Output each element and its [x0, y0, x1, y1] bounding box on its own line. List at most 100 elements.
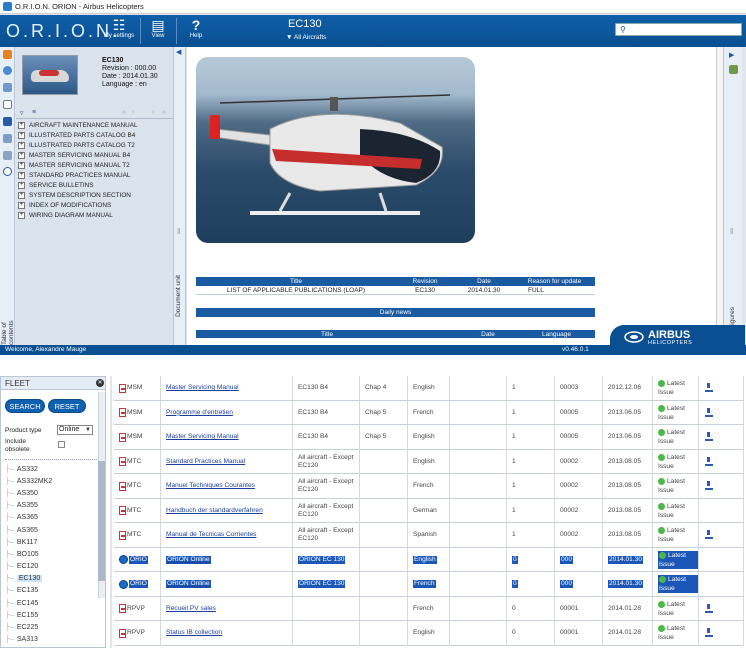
fleet-item[interactable]: ├– AS365: [5, 524, 97, 536]
list-icon[interactable]: ≡: [32, 109, 36, 116]
cell-title[interactable]: Manuel Techniques Courantes: [161, 474, 293, 499]
download-icon[interactable]: [704, 383, 714, 393]
manual-item[interactable]: + SYSTEM DESCRIPTION SECTION: [16, 190, 173, 200]
table-row[interactable]: MSM Master Servicing Manual EC130 B4 Chap 4…: [114, 376, 744, 401]
table-row[interactable]: ORIO ORION Online ORION EC 130 English 0 000 2…: [114, 547, 744, 572]
fleet-item[interactable]: ├– AS355: [5, 500, 97, 512]
expand-plus-icon[interactable]: +: [18, 161, 25, 169]
manual-item[interactable]: + AIRCRAFT MAINTENANCE MANUAL: [16, 120, 173, 130]
download-icon[interactable]: [704, 481, 714, 491]
expand-plus-icon[interactable]: +: [18, 121, 25, 129]
view-button[interactable]: ▤ View: [142, 15, 174, 47]
table-row[interactable]: MSM Programme d'entretien EC130 B4 Chap 5 Fr…: [114, 400, 744, 425]
filter-icon[interactable]: ▿: [20, 109, 24, 117]
cell-download[interactable]: [699, 547, 744, 572]
prev-page-icon[interactable]: ‹: [132, 109, 134, 116]
download-icon[interactable]: [704, 407, 714, 418]
fleet-item[interactable]: ├– EC130: [5, 573, 97, 585]
fleet-item[interactable]: ├– BO105: [5, 548, 97, 560]
document-icon[interactable]: [3, 100, 12, 109]
fleet-item[interactable]: ├– EC225: [5, 621, 97, 633]
cell-title[interactable]: Master Servicing Manual: [161, 425, 293, 450]
product-type-select[interactable]: Online ▼: [57, 425, 93, 435]
manual-item[interactable]: + WIRING DIAGRAM MANUAL: [16, 210, 173, 220]
fleet-item[interactable]: ├– AS332MK2: [5, 475, 97, 487]
cell-download[interactable]: [699, 400, 744, 425]
cell-download[interactable]: [699, 474, 744, 499]
table-row[interactable]: MTC Manuel Techniques Courantes All aircra…: [114, 474, 744, 499]
help-button[interactable]: ? Help: [180, 15, 212, 47]
table-row[interactable]: MTC Manual de Tecnicas Corrientes All airc…: [114, 523, 744, 548]
table-of-contents-tab[interactable]: Table of contents: [1, 305, 15, 345]
cell-download[interactable]: [699, 596, 744, 621]
splitter-grip-icon[interactable]: ‖: [730, 227, 733, 236]
expand-plus-icon[interactable]: +: [18, 151, 25, 159]
fleet-item[interactable]: ├– EC145: [5, 597, 97, 609]
table-row[interactable]: ORIO ORION Online ORION EC 130 French 0 000 20…: [114, 572, 744, 597]
fleet-item[interactable]: ├– BK117: [5, 536, 97, 548]
collapse-icon[interactable]: ◀: [176, 48, 181, 56]
my-settings-button[interactable]: ☷ My settings: [100, 15, 138, 47]
back-icon[interactable]: [3, 167, 12, 176]
cell-download[interactable]: [699, 425, 744, 450]
manual-item[interactable]: + ILLUSTRATED PARTS CATALOG B4: [16, 130, 173, 140]
fleet-item[interactable]: ├– EC135: [5, 585, 97, 597]
manual-item[interactable]: + SERVICE BULLETINS: [16, 180, 173, 190]
cell-title[interactable]: Standard Practices Manual: [161, 449, 293, 474]
table-row[interactable]: RPVP Status IB collection English 0 00001 201…: [114, 621, 744, 646]
cart-icon[interactable]: [3, 151, 12, 160]
last-page-icon[interactable]: »: [162, 109, 166, 116]
splitter-grip-icon[interactable]: ‖: [177, 227, 180, 236]
expand-plus-icon[interactable]: +: [18, 191, 25, 199]
panel-splitter[interactable]: ◀ ‖ Document unit: [173, 47, 186, 345]
fleet-item[interactable]: ├– AS332: [5, 463, 97, 475]
manual-item[interactable]: + STANDARD PRACTICES MANUAL: [16, 170, 173, 180]
table-row[interactable]: MSM Master Servicing Manual EC130 B4 Chap 5…: [114, 425, 744, 450]
reset-button[interactable]: RESET: [48, 399, 86, 413]
book-icon[interactable]: [3, 50, 12, 59]
cell-download[interactable]: [699, 523, 744, 548]
cell-download[interactable]: [699, 621, 744, 646]
magnifier-icon[interactable]: [3, 83, 12, 92]
manual-item[interactable]: + MASTER SERVICING MANUAL B4: [16, 150, 173, 160]
table-row[interactable]: MTC Handbuch der standardverfahren All air…: [114, 498, 744, 523]
loap-row[interactable]: LIST OF APPLICABLE PUBLICATIONS (LOAP) E…: [196, 286, 595, 295]
cell-download[interactable]: [699, 449, 744, 474]
figure-icon[interactable]: [729, 65, 738, 74]
home-icon[interactable]: [3, 66, 12, 75]
cell-download[interactable]: [699, 376, 744, 401]
close-icon[interactable]: ✕: [96, 379, 104, 387]
fleet-scrollbar-thumb[interactable]: [98, 461, 105, 581]
fleet-item[interactable]: ├– EC120: [5, 561, 97, 573]
expand-plus-icon[interactable]: +: [18, 131, 25, 139]
cell-title[interactable]: Manual de Tecnicas Corrientes: [161, 523, 293, 548]
first-page-icon[interactable]: «: [122, 109, 126, 116]
next-page-icon[interactable]: ›: [152, 109, 154, 116]
search-button[interactable]: SEARCH: [5, 399, 45, 413]
download-icon[interactable]: [704, 432, 714, 442]
cell-title[interactable]: Recueil PV sales: [161, 596, 293, 621]
table-row[interactable]: RPVP Recueil PV sales French 0 00001 2014.01.…: [114, 596, 744, 621]
download-icon[interactable]: [704, 456, 714, 467]
include-obsolete-checkbox[interactable]: [58, 441, 65, 448]
expand-plus-icon[interactable]: +: [18, 211, 25, 219]
print-icon[interactable]: [3, 134, 12, 143]
search-input[interactable]: ⚲: [615, 23, 742, 36]
download-icon[interactable]: [704, 530, 714, 540]
cell-download[interactable]: [699, 498, 744, 523]
expand-plus-icon[interactable]: +: [18, 171, 25, 179]
table-row[interactable]: MTC Standard Practices Manual All aircraft…: [114, 449, 744, 474]
cell-download[interactable]: [699, 572, 744, 597]
fleet-item[interactable]: ├– AS350: [5, 487, 97, 499]
manual-item[interactable]: + ILLUSTRATED PARTS CATALOG T2: [16, 140, 173, 150]
expand-icon[interactable]: ▶: [729, 51, 734, 59]
manual-item[interactable]: + INDEX OF MODIFICATIONS: [16, 200, 173, 210]
manual-item[interactable]: + MASTER SERVICING MANUAL T2: [16, 160, 173, 170]
aircraft-filter[interactable]: ▼ All Aircrafts: [286, 34, 326, 41]
expand-plus-icon[interactable]: +: [18, 181, 25, 189]
cell-title[interactable]: ORION Online: [161, 547, 293, 572]
fleet-item[interactable]: ├– AS365: [5, 512, 97, 524]
document-unit-tab[interactable]: Document unit: [175, 275, 182, 317]
cell-title[interactable]: Programme d'entretien: [161, 400, 293, 425]
fleet-item[interactable]: ├– SA313: [5, 634, 97, 646]
